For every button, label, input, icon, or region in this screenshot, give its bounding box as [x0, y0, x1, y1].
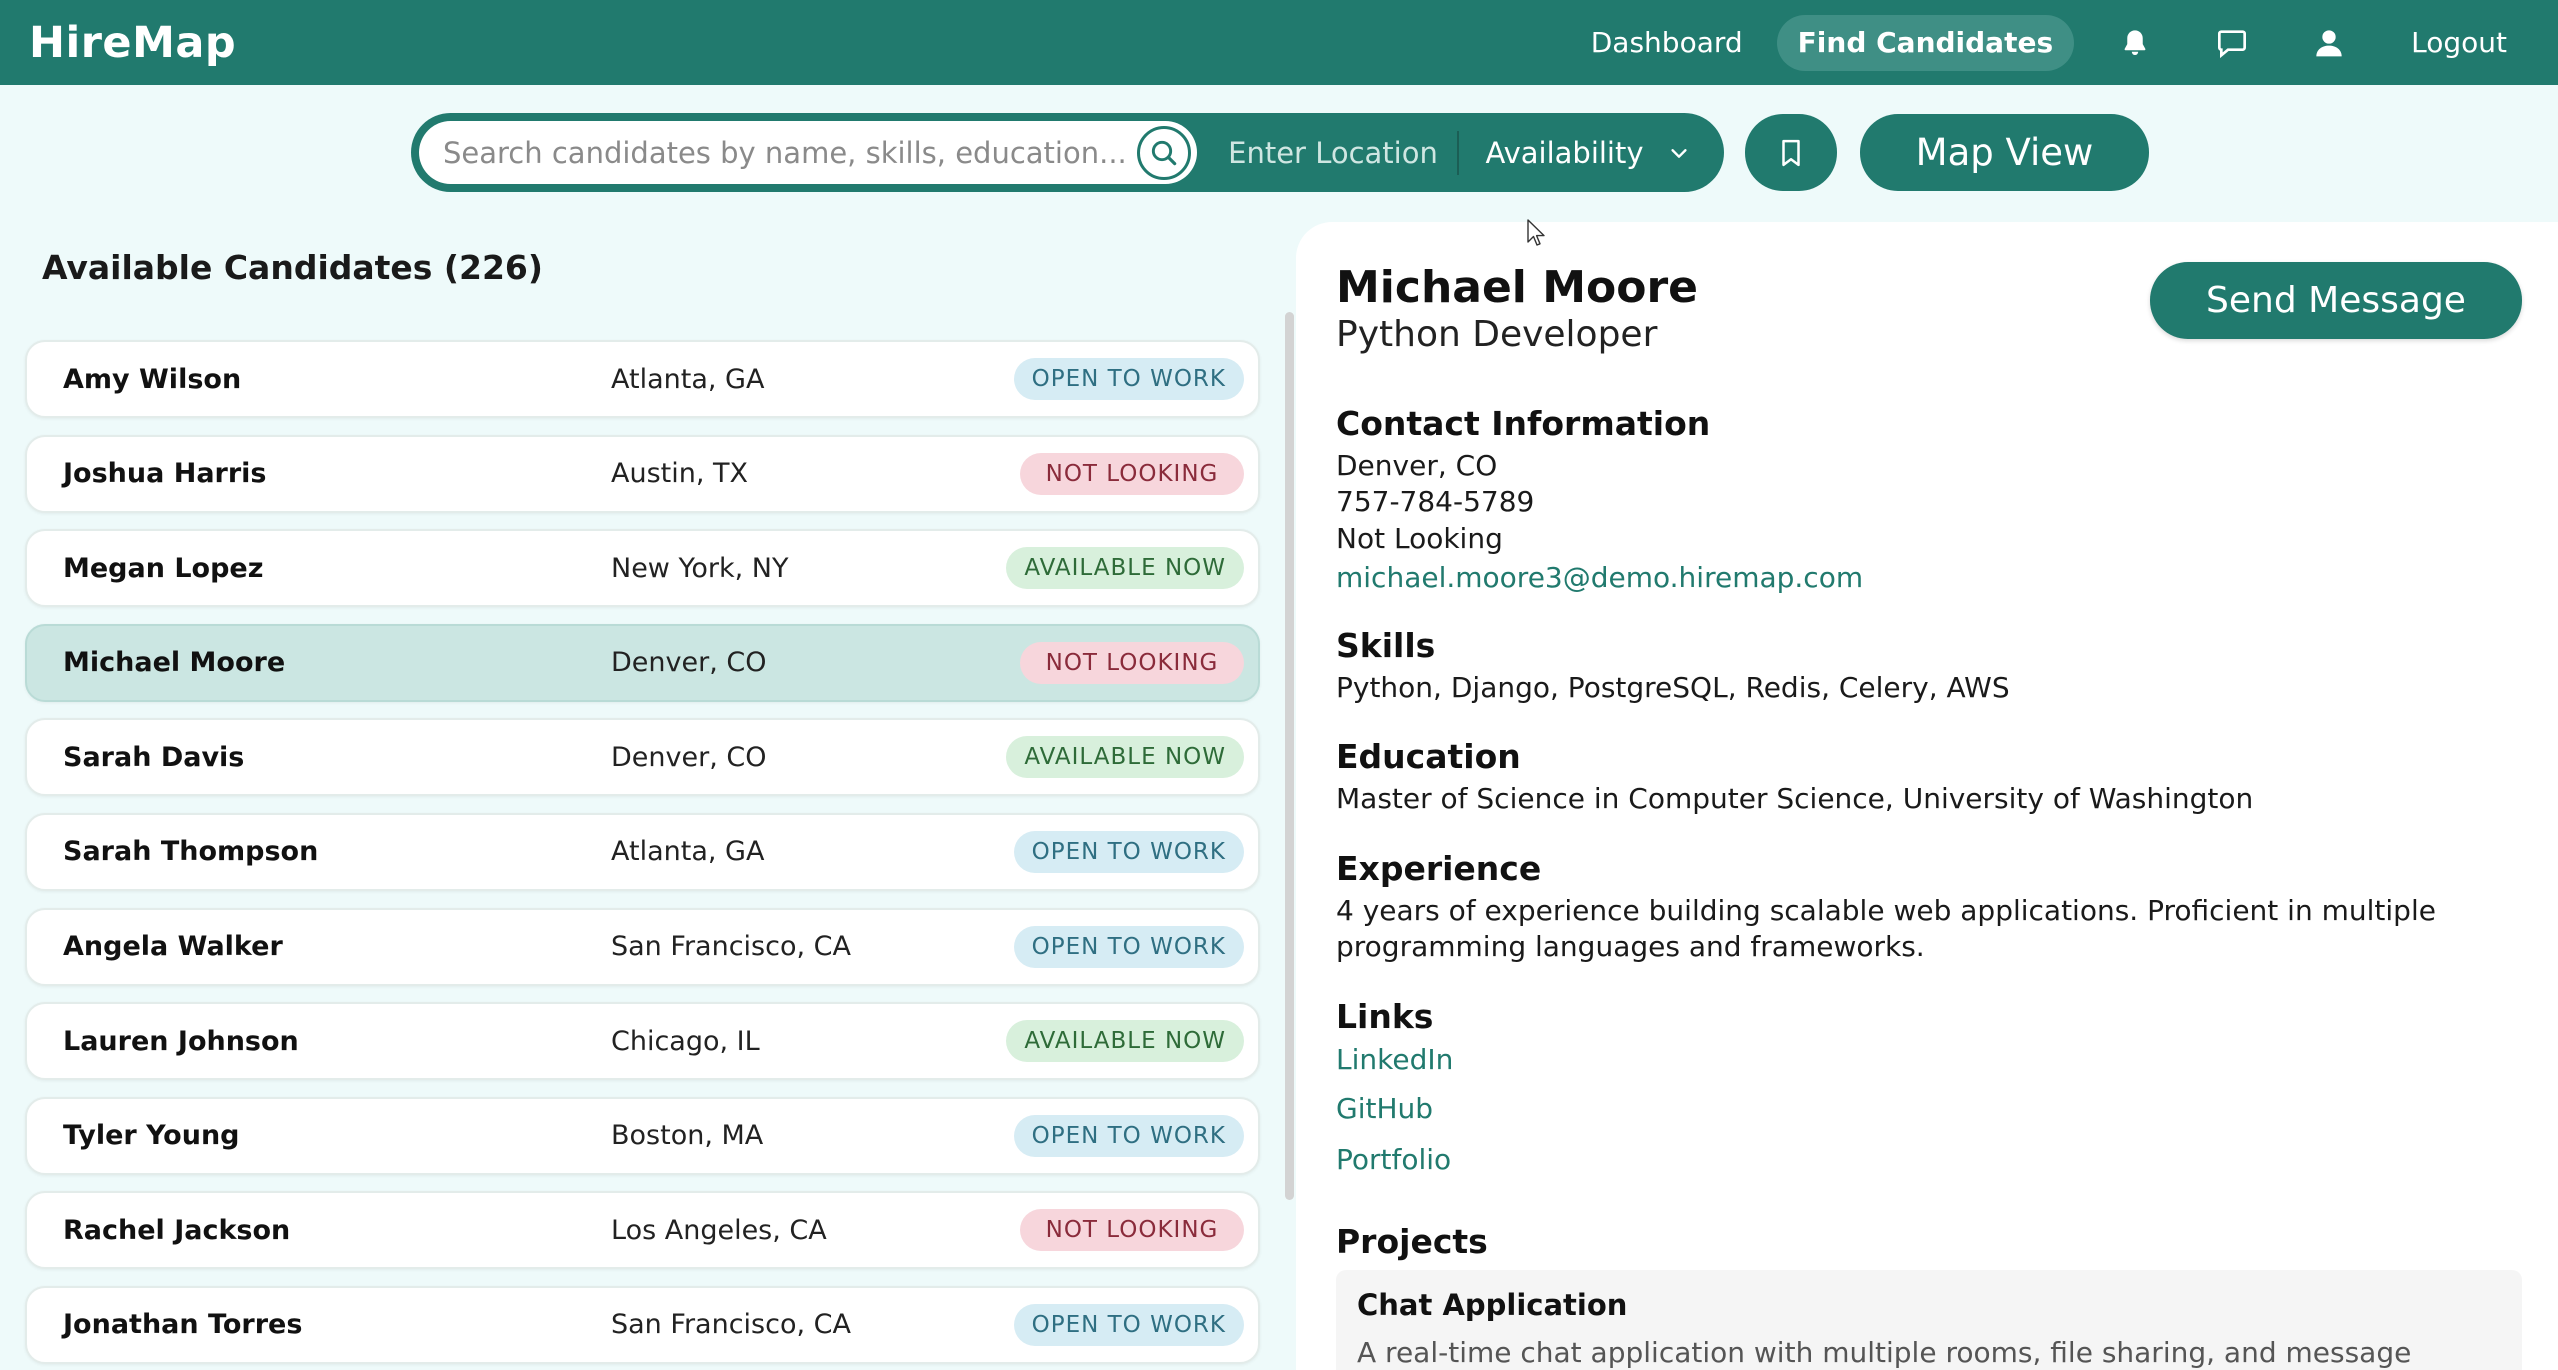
- availability-label: Availability: [1485, 135, 1644, 170]
- search-field: [419, 121, 1197, 184]
- project-card[interactable]: Chat Application A real-time chat applic…: [1336, 1270, 2522, 1370]
- app-logo[interactable]: HireMap: [29, 18, 236, 68]
- projects-heading: Projects: [1336, 1222, 1488, 1261]
- candidate-row[interactable]: Jonathan Torres San Francisco, CA OPEN TO …: [25, 1285, 1260, 1364]
- linkedin-link[interactable]: LinkedIn: [1336, 1043, 1453, 1076]
- bell-icon[interactable]: [2086, 0, 2183, 85]
- list-title: Available Candidates (226): [42, 248, 543, 287]
- mouse-cursor-icon: [1527, 219, 1545, 246]
- detail-role: Python Developer: [1336, 314, 1658, 355]
- candidate-name: Joshua Harris: [63, 458, 267, 490]
- status-badge: OPEN TO WORK: [1013, 925, 1244, 968]
- candidate-location: Chicago, IL: [611, 1025, 760, 1057]
- github-link[interactable]: GitHub: [1336, 1092, 1433, 1125]
- candidate-location: San Francisco, CA: [611, 1309, 851, 1341]
- list-scrollbar[interactable]: [1285, 312, 1294, 1200]
- candidate-row[interactable]: Sarah Davis Denver, CO AVAILABLE NOW: [25, 718, 1260, 797]
- availability-dropdown[interactable]: Availability: [1459, 136, 1716, 170]
- chat-icon[interactable]: [2183, 0, 2280, 85]
- candidate-name: Lauren Johnson: [63, 1025, 299, 1057]
- search-input[interactable]: [443, 135, 1137, 170]
- contact-email-link[interactable]: michael.moore3@demo.hiremap.com: [1336, 561, 1863, 594]
- education-text: Master of Science in Computer Science, U…: [1336, 782, 2254, 815]
- candidate-location: San Francisco, CA: [611, 931, 851, 963]
- candidate-row[interactable]: Sarah Thompson Atlanta, GA OPEN TO WORK: [25, 812, 1260, 891]
- contact-location: Denver, CO: [1336, 449, 1498, 482]
- search-button[interactable]: [1137, 125, 1191, 180]
- status-badge: OPEN TO WORK: [1013, 1303, 1244, 1346]
- education-heading: Education: [1336, 737, 1521, 776]
- contact-heading: Contact Information: [1336, 404, 1711, 443]
- project-title: Chat Application: [1357, 1288, 1628, 1322]
- candidate-name: Michael Moore: [63, 647, 286, 679]
- status-badge: NOT LOOKING: [1020, 641, 1244, 684]
- experience-line-1: 4 years of experience building scalable …: [1336, 894, 2436, 927]
- portfolio-link[interactable]: Portfolio: [1336, 1143, 1451, 1176]
- top-navbar: HireMap Dashboard Find Candidates Logout: [0, 0, 2558, 85]
- skills-text: Python, Django, PostgreSQL, Redis, Celer…: [1336, 671, 2010, 704]
- candidate-location: Los Angeles, CA: [611, 1214, 827, 1246]
- chevron-down-icon: [1670, 148, 1687, 158]
- candidate-name: Tyler Young: [63, 1120, 240, 1152]
- status-badge: AVAILABLE NOW: [1006, 1020, 1244, 1063]
- candidate-row[interactable]: Rachel Jackson Los Angeles, CA NOT LOOKING: [25, 1191, 1260, 1270]
- status-badge: OPEN TO WORK: [1013, 1114, 1244, 1157]
- candidate-name: Amy Wilson: [63, 363, 242, 395]
- project-description: A real-time chat application with multip…: [1357, 1336, 2412, 1369]
- candidate-name: Jonathan Torres: [63, 1309, 303, 1341]
- candidate-name: Sarah Thompson: [63, 836, 319, 868]
- candidate-location: Denver, CO: [611, 647, 767, 679]
- candidate-name: Sarah Davis: [63, 741, 245, 773]
- search-bar: Enter Location Availability: [411, 113, 1724, 192]
- candidate-row[interactable]: Amy Wilson Atlanta, GA OPEN TO WORK: [25, 340, 1260, 418]
- status-badge: AVAILABLE NOW: [1006, 547, 1244, 590]
- user-icon[interactable]: [2280, 0, 2377, 85]
- search-icon: [1151, 140, 1177, 165]
- candidate-detail-panel: Michael Moore Python Developer Send Mess…: [1296, 222, 2558, 1370]
- candidate-name: Megan Lopez: [63, 552, 264, 584]
- candidate-row[interactable]: Megan Lopez New York, NY AVAILABLE NOW: [25, 529, 1260, 608]
- candidate-row[interactable]: Michael Moore Denver, CO NOT LOOKING: [25, 623, 1260, 702]
- main-nav: Dashboard Find Candidates Logout: [1569, 0, 2529, 85]
- location-input[interactable]: Enter Location: [1197, 136, 1457, 170]
- candidate-location: New York, NY: [611, 552, 789, 584]
- detail-name: Michael Moore: [1336, 262, 1698, 313]
- skills-heading: Skills: [1336, 626, 1436, 665]
- experience-heading: Experience: [1336, 849, 1542, 888]
- links-heading: Links: [1336, 997, 1434, 1036]
- status-badge: AVAILABLE NOW: [1006, 736, 1244, 779]
- nav-logout[interactable]: Logout: [2389, 26, 2529, 59]
- status-badge: NOT LOOKING: [1020, 1209, 1244, 1252]
- candidate-row[interactable]: Angela Walker San Francisco, CA OPEN TO WO…: [25, 907, 1260, 986]
- candidate-location: Denver, CO: [611, 741, 767, 773]
- experience-line-2: programming languages and frameworks.: [1336, 930, 1925, 963]
- candidate-row[interactable]: Tyler Young Boston, MA OPEN TO WORK: [25, 1096, 1260, 1175]
- nav-find-candidates[interactable]: Find Candidates: [1776, 14, 2075, 71]
- candidate-location: Boston, MA: [611, 1120, 764, 1152]
- candidate-list: Amy Wilson Atlanta, GA OPEN TO WORK Joshua …: [25, 340, 1260, 1370]
- candidate-row[interactable]: Joshua Harris Austin, TX NOT LOOKING: [25, 434, 1260, 513]
- contact-phone: 757-784-5789: [1336, 485, 1535, 518]
- candidate-name: Angela Walker: [63, 931, 283, 963]
- status-badge: OPEN TO WORK: [1013, 358, 1244, 400]
- candidate-row[interactable]: Lauren Johnson Chicago, IL AVAILABLE NOW: [25, 1002, 1260, 1081]
- candidate-location: Atlanta, GA: [611, 363, 765, 395]
- candidate-location: Atlanta, GA: [611, 836, 765, 868]
- nav-dashboard[interactable]: Dashboard: [1569, 26, 1765, 59]
- status-badge: OPEN TO WORK: [1013, 830, 1244, 873]
- status-badge: NOT LOOKING: [1020, 452, 1244, 495]
- candidate-name: Rachel Jackson: [63, 1214, 291, 1246]
- candidate-location: Austin, TX: [611, 458, 749, 490]
- bookmark-icon: [1782, 139, 1800, 166]
- bookmark-button[interactable]: [1745, 114, 1837, 191]
- map-view-button[interactable]: Map View: [1860, 114, 2149, 191]
- send-message-button[interactable]: Send Message: [2150, 262, 2522, 339]
- contact-status: Not Looking: [1336, 522, 1503, 555]
